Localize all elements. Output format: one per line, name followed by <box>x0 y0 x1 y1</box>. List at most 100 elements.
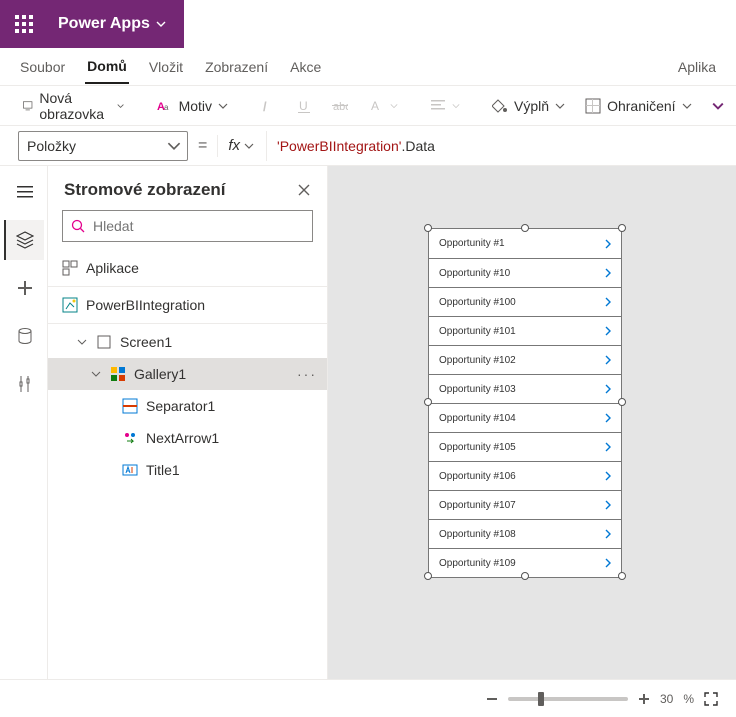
zoom-in-icon[interactable] <box>638 693 650 705</box>
fill-button[interactable]: Výplň <box>488 94 569 118</box>
tree-item-title1[interactable]: Title1 <box>48 454 327 486</box>
border-button[interactable]: Ohraničení <box>581 94 695 118</box>
chevron-down-icon[interactable] <box>90 369 102 379</box>
chevron-right-icon <box>603 471 613 481</box>
selection-handle[interactable] <box>424 572 432 580</box>
gallery-row[interactable]: Opportunity #102 <box>429 345 621 374</box>
zoom-slider-thumb[interactable] <box>538 692 544 706</box>
bold-icon: / <box>260 98 276 114</box>
tree-search[interactable] <box>62 210 313 242</box>
menu-insert[interactable]: Vložit <box>147 51 185 83</box>
gallery-row[interactable]: Opportunity #103 <box>429 374 621 403</box>
gallery-icon <box>110 366 126 382</box>
app-launcher[interactable] <box>0 0 48 48</box>
strikethrough-icon: abc <box>332 98 348 114</box>
gallery-row[interactable]: Opportunity #100 <box>429 287 621 316</box>
theme-icon: Aa <box>157 98 173 114</box>
chevron-down-icon[interactable] <box>76 337 88 347</box>
fx-button[interactable]: fx <box>228 131 267 161</box>
menu-actions[interactable]: Akce <box>288 51 323 83</box>
svg-text:abc: abc <box>333 101 348 113</box>
selection-handle[interactable] <box>521 572 529 580</box>
label-icon <box>122 462 138 478</box>
fit-screen-icon[interactable] <box>704 692 718 706</box>
gallery-row-title: Opportunity #101 <box>439 326 516 337</box>
tree-label: NextArrow1 <box>146 430 219 446</box>
new-screen-label: Nová obrazovka <box>39 90 111 122</box>
app-title-dropdown[interactable]: Power Apps <box>48 0 176 48</box>
hamburger-button[interactable] <box>4 172 44 212</box>
design-canvas[interactable]: Opportunity #1 Opportunity #10 Opportunity… <box>328 166 736 679</box>
zoom-percent: 30 <box>660 692 673 706</box>
gallery-row[interactable]: Opportunity #10 <box>429 258 621 287</box>
data-button[interactable] <box>4 316 44 356</box>
chevron-down-icon <box>712 100 724 112</box>
underline-button[interactable]: U <box>292 94 316 118</box>
gallery-row[interactable]: Opportunity #108 <box>429 519 621 548</box>
nextarrow-icon <box>122 430 138 446</box>
close-icon[interactable] <box>297 183 311 197</box>
tree-view-button[interactable] <box>4 220 44 260</box>
svg-text:A: A <box>371 99 379 113</box>
chevron-down-icon <box>244 141 254 151</box>
gallery-row-title: Opportunity #103 <box>439 384 516 395</box>
zoom-slider[interactable] <box>508 697 628 701</box>
gallery-row[interactable]: Opportunity #104 <box>429 403 621 432</box>
gallery-row-title: Opportunity #104 <box>439 413 516 424</box>
svg-text:/: / <box>263 99 267 114</box>
chevron-right-icon <box>603 413 613 423</box>
menu-right-truncated[interactable]: Aplika <box>676 51 718 83</box>
menu-home[interactable]: Domů <box>85 50 129 84</box>
selection-handle[interactable] <box>424 224 432 232</box>
tree-item-gallery1[interactable]: Gallery1 ··· <box>48 358 327 390</box>
bold-button[interactable]: / <box>256 94 280 118</box>
tree-label: PowerBIIntegration <box>86 297 205 313</box>
selection-handle[interactable] <box>618 398 626 406</box>
font-color-button[interactable]: A <box>364 94 402 118</box>
theme-label: Motiv <box>179 98 212 114</box>
selection-handle[interactable] <box>424 398 432 406</box>
hamburger-icon <box>16 183 34 201</box>
chevron-down-icon <box>167 139 181 153</box>
separator <box>48 286 327 287</box>
gallery-row-title: Opportunity #10 <box>439 268 510 279</box>
chevron-right-icon <box>603 355 613 365</box>
menu-view[interactable]: Zobrazení <box>203 51 270 83</box>
svg-text:U: U <box>299 99 308 113</box>
chevron-right-icon <box>603 500 613 510</box>
app-title-text: Power Apps <box>58 15 150 33</box>
theme-button[interactable]: Aa Motiv <box>153 94 232 118</box>
gallery-preview[interactable]: Opportunity #1 Opportunity #10 Opportunity… <box>428 228 622 578</box>
gallery-row[interactable]: Opportunity #106 <box>429 461 621 490</box>
gallery-row[interactable]: Opportunity #107 <box>429 490 621 519</box>
gallery-row[interactable]: Opportunity #1 <box>429 229 621 258</box>
insert-button[interactable] <box>4 268 44 308</box>
chevron-right-icon <box>603 326 613 336</box>
more-icon[interactable]: ··· <box>297 366 317 382</box>
tree-item-powerbi[interactable]: PowerBIIntegration <box>48 289 327 321</box>
selection-handle[interactable] <box>521 224 529 232</box>
border-label: Ohraničení <box>607 98 675 114</box>
formula-string-literal: 'PowerBIIntegration' <box>277 138 401 154</box>
gallery-row[interactable]: Opportunity #105 <box>429 432 621 461</box>
selection-handle[interactable] <box>618 572 626 580</box>
selection-handle[interactable] <box>618 224 626 232</box>
property-selector[interactable]: Položky <box>18 131 188 161</box>
strike-button[interactable]: abc <box>328 94 352 118</box>
toolbar-overflow[interactable] <box>708 96 728 116</box>
chevron-right-icon <box>603 529 613 539</box>
new-screen-button[interactable]: Nová obrazovka <box>18 86 129 126</box>
align-button[interactable] <box>426 94 464 118</box>
tree-item-screen1[interactable]: Screen1 <box>48 326 327 358</box>
menu-file[interactable]: Soubor <box>18 51 67 83</box>
align-icon <box>430 98 446 114</box>
tools-button[interactable] <box>4 364 44 404</box>
zoom-out-icon[interactable] <box>486 693 498 705</box>
tree-item-separator1[interactable]: Separator1 <box>48 390 327 422</box>
formula-input[interactable]: 'PowerBIIntegration'.Data <box>277 131 718 161</box>
search-input[interactable] <box>91 217 304 235</box>
tree-item-app[interactable]: Aplikace <box>48 252 327 284</box>
tree-item-nextarrow1[interactable]: NextArrow1 <box>48 422 327 454</box>
top-right-whitespace <box>184 0 736 48</box>
gallery-row[interactable]: Opportunity #101 <box>429 316 621 345</box>
